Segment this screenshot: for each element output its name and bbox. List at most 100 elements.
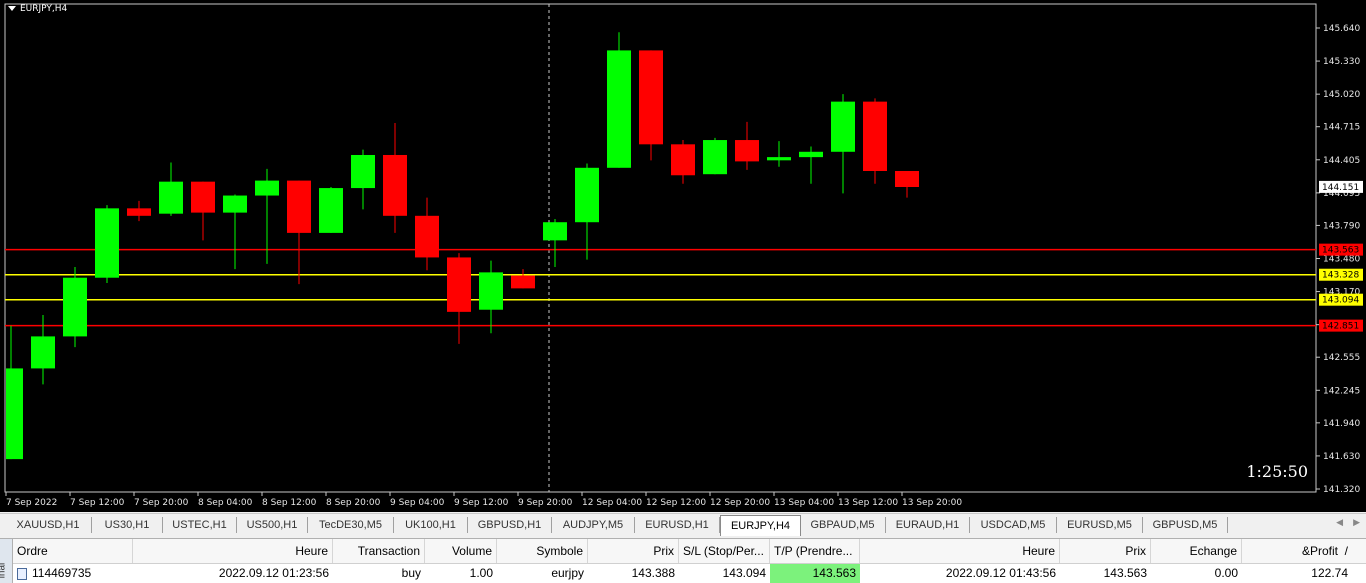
bar-countdown-timer: 1:25:50 xyxy=(1246,462,1308,481)
col-header-profit-sep: / xyxy=(1344,544,1348,558)
cell-prix-close: 143.563 xyxy=(1103,566,1147,580)
price-tick-label: 144.715 xyxy=(1323,123,1360,133)
terminal-side-tab[interactable]: inal xyxy=(0,539,13,583)
level-price-label: 142.851 xyxy=(1322,322,1359,332)
col-header-tp[interactable]: T/P (Prendre... xyxy=(770,539,860,563)
time-tick-label: 12 Sep 04:00 xyxy=(582,498,642,508)
level-price-label: 143.094 xyxy=(1322,296,1359,306)
chart-tab[interactable]: AUDJPY,M5 xyxy=(552,517,635,533)
time-tick-label: 13 Sep 12:00 xyxy=(838,498,898,508)
candle-body xyxy=(575,167,599,223)
time-tick-label: 9 Sep 12:00 xyxy=(454,498,509,508)
candle-body xyxy=(831,101,855,152)
candle-body xyxy=(31,336,55,369)
cell-symbole: eurjpy xyxy=(551,566,584,580)
chart-symbol-text: EURJPY,H4 xyxy=(20,4,68,14)
candle-body xyxy=(799,151,823,158)
candle-body xyxy=(255,180,279,196)
order-document-icon xyxy=(17,567,27,580)
cell-echange: 0.00 xyxy=(1214,566,1238,580)
chart-tab[interactable]: GBPAUD,M5 xyxy=(800,517,886,533)
price-tick-label: 145.020 xyxy=(1323,90,1360,100)
current-price-label: 144.151 xyxy=(1322,183,1359,193)
chart-tab[interactable]: TecDE30,M5 xyxy=(308,517,394,533)
chart-tab[interactable]: US30,H1 xyxy=(92,517,163,533)
chart-menu-triangle-icon[interactable] xyxy=(8,6,16,11)
price-tick-label: 143.790 xyxy=(1323,221,1360,231)
candle-body xyxy=(895,170,919,188)
candle-body xyxy=(511,275,535,289)
time-tick-label: 12 Sep 20:00 xyxy=(710,498,770,508)
candle-body xyxy=(607,50,631,168)
chart-tab[interactable]: EURUSD,M5 xyxy=(1057,517,1143,533)
chart-symbol-label: EURJPY,H4 xyxy=(8,4,67,14)
cell-ordre: 114469735 xyxy=(13,564,133,583)
candle-body xyxy=(863,101,887,171)
chart-tab[interactable]: USDCAD,M5 xyxy=(970,517,1057,533)
time-tick-label: 13 Sep 20:00 xyxy=(902,498,962,508)
chart-tab[interactable]: EURAUD,H1 xyxy=(886,517,970,533)
terminal-panel: inal Ordre Heure Transaction Volume Symb… xyxy=(0,538,1366,583)
candle-body xyxy=(127,208,151,216)
time-tick-label: 7 Sep 2022 xyxy=(6,498,57,508)
time-tick-label: 12 Sep 12:00 xyxy=(646,498,706,508)
price-tick-label: 142.245 xyxy=(1323,386,1360,396)
candle-body xyxy=(671,144,695,176)
chart-tab[interactable]: UK100,H1 xyxy=(394,517,468,533)
table-row[interactable]: 114469735 2022.09.12 01:23:56 buy 1.00 e… xyxy=(13,564,1366,583)
col-header-ordre[interactable]: Ordre xyxy=(13,539,133,563)
chart-area[interactable]: 145.640 145.330 145.020 144.715 144.405 144.0… xyxy=(0,0,1366,512)
col-header-profit[interactable]: &Profit / xyxy=(1242,539,1352,563)
col-header-prix-close[interactable]: Prix xyxy=(1060,539,1151,563)
price-tick-label: 144.405 xyxy=(1323,156,1360,166)
col-header-transaction[interactable]: Transaction xyxy=(333,539,425,563)
cell-tp: 143.563 xyxy=(770,564,860,583)
candlestick-chart[interactable]: 145.640145.330145.020144.715144.405144.0… xyxy=(0,0,1366,512)
time-tick-label: 9 Sep 20:00 xyxy=(518,498,573,508)
chart-tab[interactable]: EURJPY,H4 xyxy=(720,515,801,536)
time-tick-label: 8 Sep 12:00 xyxy=(262,498,317,508)
cell-profit: 122.74 xyxy=(1311,566,1348,580)
cell-sl: 143.094 xyxy=(722,566,766,580)
tab-scroll-left-icon[interactable]: ◀ xyxy=(1336,518,1343,528)
candle-body xyxy=(223,195,247,213)
time-tick-label: 7 Sep 12:00 xyxy=(70,498,125,508)
cell-prix: 143.388 xyxy=(631,566,675,580)
col-header-prix[interactable]: Prix xyxy=(588,539,679,563)
col-header-sl[interactable]: S/L (Stop/Per... xyxy=(679,539,770,563)
cell-transaction: buy xyxy=(401,566,421,580)
candle-body xyxy=(191,181,215,213)
col-header-heure-close[interactable]: Heure xyxy=(860,539,1060,563)
candle-body xyxy=(543,222,567,241)
col-header-profit-label: &Profit xyxy=(1301,544,1338,558)
col-header-volume[interactable]: Volume xyxy=(425,539,497,563)
chart-tab[interactable]: GBPUSD,M5 xyxy=(1143,517,1228,533)
col-header-echange[interactable]: Echange xyxy=(1151,539,1242,563)
chart-tab[interactable]: GBPUSD,H1 xyxy=(468,517,552,533)
candle-body xyxy=(639,50,663,145)
chart-tabs-bar: XAUUSD,H1 US30,H1 USTEC,H1 US500,H1 TecDE30,… xyxy=(0,513,1366,536)
candle-body xyxy=(159,181,183,214)
candle-body xyxy=(415,215,439,258)
chart-tab[interactable]: XAUUSD,H1 xyxy=(5,517,92,533)
col-header-heure[interactable]: Heure xyxy=(133,539,333,563)
cell-volume: 1.00 xyxy=(469,566,493,580)
level-price-label: 143.328 xyxy=(1322,271,1359,281)
cell-ordre-value: 114469735 xyxy=(32,566,92,580)
time-tick-label: 8 Sep 20:00 xyxy=(326,498,381,508)
chart-tab[interactable]: EURUSD,H1 xyxy=(635,517,720,533)
candle-body xyxy=(383,154,407,216)
time-tick-label: 8 Sep 04:00 xyxy=(198,498,253,508)
tab-scroll-right-icon[interactable]: ▶ xyxy=(1353,518,1360,528)
terminal-header-row: Ordre Heure Transaction Volume Symbole P… xyxy=(13,539,1366,564)
chart-tab[interactable]: US500,H1 xyxy=(237,517,308,533)
terminal-side-label: inal xyxy=(0,562,8,579)
price-tick-label: 145.330 xyxy=(1323,57,1360,67)
price-tick-label: 141.940 xyxy=(1323,419,1360,429)
candle-body xyxy=(767,157,791,161)
col-header-symbole[interactable]: Symbole xyxy=(497,539,588,563)
candle-body xyxy=(287,180,311,233)
price-tick-label: 142.555 xyxy=(1323,353,1360,363)
candle-body xyxy=(319,188,343,233)
chart-tab[interactable]: USTEC,H1 xyxy=(163,517,237,533)
